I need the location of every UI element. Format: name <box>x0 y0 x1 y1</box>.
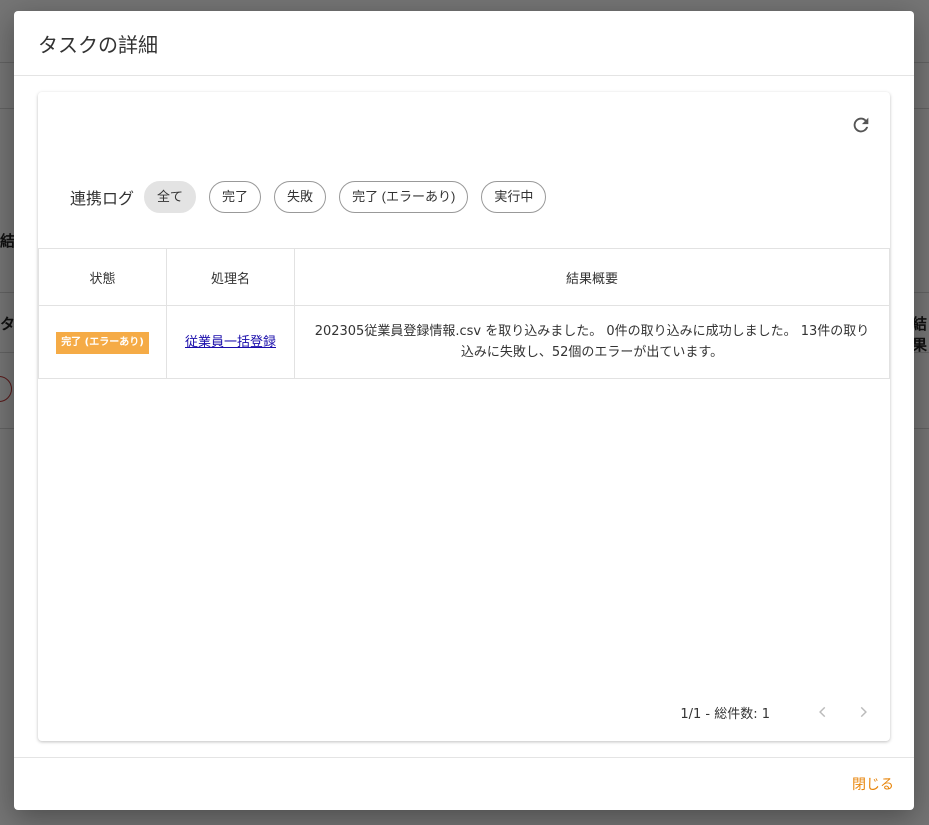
chevron-left-icon[interactable] <box>810 699 836 725</box>
filter-label: 連携ログ <box>70 189 135 208</box>
dialog-header: タスクの詳細 <box>14 11 914 76</box>
pagination: 1/1 - 総件数: 1 <box>680 699 876 725</box>
filter-row: 連携ログ 全て 完了 失敗 完了 (エラーあり) 実行中 <box>70 181 559 213</box>
process-cell: 従業員一括登録 <box>166 305 295 379</box>
column-header-process[interactable]: 処理名 <box>166 248 295 306</box>
log-table: 状態 処理名 結果概要 完了 (エラーあり) 従業員一括登録 202305従業員… <box>38 248 890 379</box>
filter-chip-running[interactable]: 実行中 <box>481 181 547 213</box>
summary-cell: 202305従業員登録情報.csv を取り込みました。 0件の取り込みに成功しま… <box>294 305 890 379</box>
task-detail-dialog: タスクの詳細 連携ログ 全て 完了 失敗 完了 (エラーあり) 実行中 状態 処… <box>14 11 914 810</box>
process-link[interactable]: 従業員一括登録 <box>185 335 276 350</box>
filter-chip-complete[interactable]: 完了 <box>209 181 262 213</box>
chevron-right-icon[interactable] <box>850 699 876 725</box>
close-button[interactable]: 閉じる <box>852 774 894 794</box>
filter-chip-complete-with-errors[interactable]: 完了 (エラーあり) <box>339 181 469 213</box>
status-cell: 完了 (エラーあり) <box>38 305 167 379</box>
status-badge: 完了 (エラーあり) <box>56 331 149 354</box>
table-row[interactable]: 完了 (エラーあり) 従業員一括登録 202305従業員登録情報.csv を取り… <box>38 305 890 379</box>
dialog-title: タスクの詳細 <box>38 33 158 57</box>
log-card: 連携ログ 全て 完了 失敗 完了 (エラーあり) 実行中 状態 処理名 結果概要… <box>38 92 890 741</box>
column-header-summary[interactable]: 結果概要 <box>294 248 890 306</box>
dialog-footer: 閉じる <box>14 757 914 810</box>
table-header-row: 状態 処理名 結果概要 <box>38 248 890 306</box>
filter-chip-failed[interactable]: 失敗 <box>274 181 327 213</box>
pagination-info: 1/1 - 総件数: 1 <box>680 706 770 722</box>
filter-chip-all[interactable]: 全て <box>144 181 197 213</box>
refresh-icon[interactable] <box>850 114 872 136</box>
column-header-status[interactable]: 状態 <box>38 248 167 306</box>
